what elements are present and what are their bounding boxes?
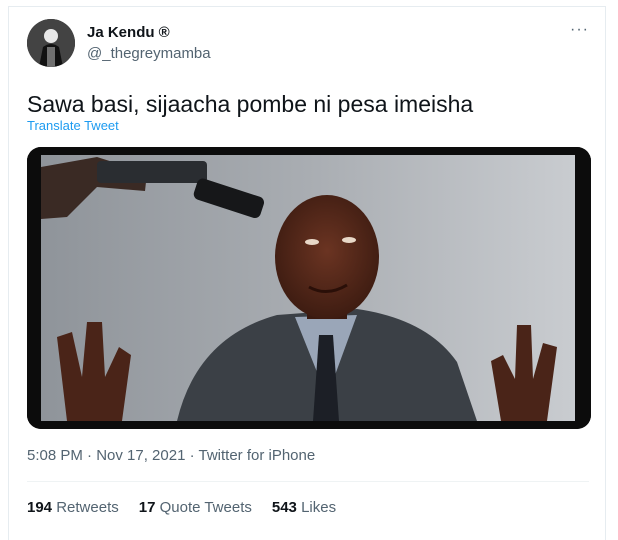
tweet-text: Sawa basi, sijaacha pombe ni pesa imeish… xyxy=(27,91,474,117)
divider xyxy=(27,481,589,482)
tweet-timestamp[interactable]: 5:08 PM · Nov 17, 2021 · Twitter for iPh… xyxy=(27,447,315,464)
tweet-media-image[interactable] xyxy=(27,147,591,429)
likes-count: 543 xyxy=(271,499,297,516)
translate-tweet-link[interactable]: Translate Tweet xyxy=(27,118,119,133)
meme-image xyxy=(27,147,591,429)
user-handle[interactable]: @_thegreymamba xyxy=(87,45,211,62)
quote-tweets-stat[interactable]: 17 Quote Tweets xyxy=(139,499,252,516)
retweets-label: Retweets xyxy=(56,499,119,516)
quote-tweets-label: Quote Tweets xyxy=(159,499,252,516)
avatar[interactable] xyxy=(27,19,75,67)
more-icon[interactable]: ··· xyxy=(570,21,589,39)
engagement-stats: 194 Retweets 17 Quote Tweets 543 Likes xyxy=(27,499,336,516)
quote-tweets-count: 17 xyxy=(138,499,156,516)
retweets-count: 194 xyxy=(27,499,53,516)
likes-stat[interactable]: 543 Likes xyxy=(272,499,336,516)
retweets-stat[interactable]: 194 Retweets xyxy=(27,499,119,516)
likes-label: Likes xyxy=(301,499,337,516)
display-name[interactable]: Ja Kendu ® xyxy=(87,24,170,41)
tweet-card: Ja Kendu ® @_thegreymamba ··· Sawa basi,… xyxy=(8,6,606,540)
